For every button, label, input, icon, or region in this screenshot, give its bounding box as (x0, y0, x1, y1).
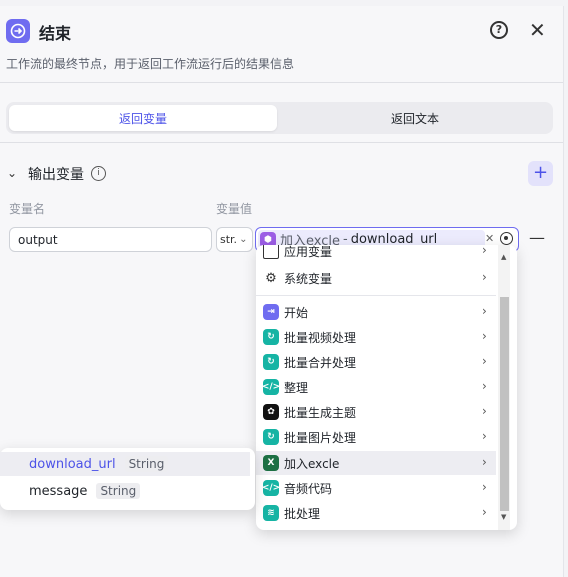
dropdown-item-batch-topic[interactable]: ✿ 批量生成主题 › (256, 400, 496, 424)
type-badge: String (124, 456, 169, 472)
target-icon[interactable] (500, 232, 513, 245)
code-icon: </> (262, 379, 280, 395)
node-output-submenu: download_url String message String (0, 448, 255, 510)
dropdown-item-audio-code[interactable]: </> 音频代码 › (256, 476, 496, 500)
node-description: 工作流的最终节点，用于返回工作流运行后的结果信息 (6, 57, 295, 71)
chevron-right-icon: › (482, 455, 487, 469)
dropdown-item-app-variables[interactable]: 应用变量 › (256, 245, 496, 263)
remove-row-button[interactable]: — (529, 228, 545, 247)
help-icon[interactable]: ? (490, 21, 508, 39)
chevron-right-icon: › (482, 245, 487, 257)
section-title: 输出变量 (28, 167, 84, 183)
batch-icon: ≋ (263, 505, 279, 521)
divider (0, 82, 563, 83)
node-title: 结束 (39, 24, 72, 43)
gear-icon: ⚙ (265, 270, 277, 286)
return-tabs: 返回变量 返回文本 (6, 102, 553, 134)
dropdown-item-batch-video[interactable]: ↻ 批量视频处理 › (256, 325, 496, 349)
add-variable-button[interactable]: + (528, 161, 553, 186)
dropdown-item-add-excel[interactable]: X 加入excle › (256, 451, 496, 475)
type-select-value: str. (220, 233, 238, 246)
loop-icon: ↻ (263, 329, 279, 345)
dropdown-item-organize[interactable]: </> 整理 › (256, 375, 496, 399)
dropdown-item-system-variables[interactable]: ⚙ 系统变量 › (256, 266, 496, 290)
chevron-right-icon: › (482, 270, 487, 284)
scroll-down-icon[interactable]: ▼ (501, 513, 506, 521)
loop-icon: ↻ (263, 354, 279, 370)
info-icon[interactable]: i (91, 166, 106, 181)
close-icon[interactable]: ✕ (529, 20, 546, 40)
divider (0, 142, 563, 143)
type-select[interactable]: str. ⌄ (216, 227, 253, 252)
chevron-right-icon: › (482, 304, 487, 318)
excel-icon: X (263, 455, 279, 471)
chevron-right-icon: › (482, 429, 487, 443)
end-node-icon (6, 19, 30, 43)
loop-icon: ↻ (263, 429, 279, 445)
app-variable-icon (263, 245, 279, 259)
chevron-right-icon: › (482, 480, 487, 494)
start-node-icon: ⇥ (263, 304, 279, 320)
chevron-right-icon: › (482, 379, 487, 393)
chevron-down-icon: ⌄ (239, 234, 248, 245)
tab-return-variable[interactable]: 返回变量 (9, 105, 277, 131)
chevron-right-icon: › (482, 404, 487, 418)
dropdown-item-batch-merge[interactable]: ↻ 批量合并处理 › (256, 350, 496, 374)
dropdown-item-start[interactable]: ⇥ 开始 › (256, 300, 496, 324)
type-badge: String (96, 483, 141, 499)
column-label-value: 变量值 (216, 202, 253, 216)
chevron-down-icon[interactable]: ⌄ (7, 166, 17, 180)
dropdown-item-batch[interactable]: ≋ 批处理 › (256, 501, 496, 525)
chevron-right-icon: › (482, 505, 487, 519)
submenu-item-download-url[interactable]: download_url String (0, 452, 250, 476)
tab-return-text[interactable]: 返回文本 (279, 105, 551, 131)
scroll-thumb[interactable] (500, 297, 509, 511)
column-label-name: 变量名 (9, 202, 46, 216)
openai-icon: ✿ (263, 404, 279, 420)
clear-icon[interactable]: ✕ (485, 232, 494, 245)
scroll-up-icon[interactable]: ▲ (501, 253, 506, 261)
submenu-item-message[interactable]: message String (0, 479, 250, 503)
divider (256, 295, 496, 296)
variable-name-input[interactable] (9, 227, 212, 252)
chevron-right-icon: › (482, 329, 487, 343)
code-icon: </> (262, 480, 280, 496)
dropdown-item-batch-image[interactable]: ↻ 批量图片处理 › (256, 425, 496, 449)
node-variable-dropdown: 应用变量 › ⚙ 系统变量 › ⇥ 开始 › ↻ 批量视频处理 › ↻ 批量合并… (256, 245, 517, 530)
chevron-right-icon: › (482, 354, 487, 368)
dropdown-scrollbar[interactable]: ▲ ▼ (498, 245, 510, 530)
